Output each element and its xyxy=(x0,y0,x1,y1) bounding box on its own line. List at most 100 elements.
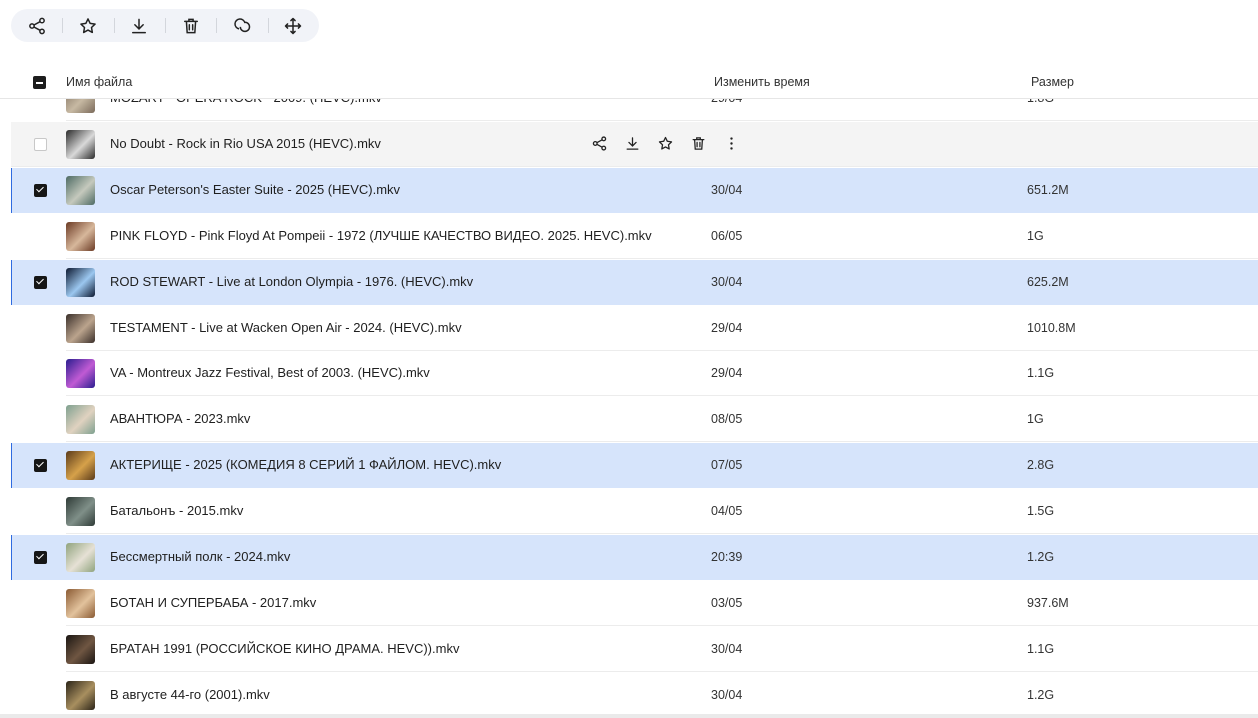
modified-time: 30/04 xyxy=(711,687,743,702)
row-action-buttons xyxy=(583,134,748,154)
file-name[interactable]: АВАНТЮРА - 2023.mkv xyxy=(110,411,250,426)
video-thumbnail xyxy=(66,588,95,618)
file-row[interactable]: АКТЕРИЩЕ - 2025 (КОМЕДИЯ 8 СЕРИЙ 1 ФАЙЛО… xyxy=(11,443,1258,489)
video-thumbnail xyxy=(66,359,95,389)
file-row[interactable]: VA - Montreux Jazz Festival, Best of 200… xyxy=(11,351,1258,397)
file-size: 1.5G xyxy=(1027,504,1055,519)
file-size: 651.2M xyxy=(1027,182,1069,197)
file-name[interactable]: MOZART - OPERA ROCK - 2009. (HEVC).mkv xyxy=(110,98,382,105)
video-thumbnail xyxy=(66,267,95,297)
copy-icon xyxy=(234,17,251,32)
modified-time: 08/05 xyxy=(711,412,743,427)
file-name[interactable]: VA - Montreux Jazz Festival, Best of 200… xyxy=(110,365,430,380)
modified-time: 03/05 xyxy=(711,595,743,610)
download-icon xyxy=(626,137,639,151)
star-icon xyxy=(80,17,96,33)
file-size: 1.2G xyxy=(1027,687,1055,702)
row-checkbox[interactable] xyxy=(34,137,47,151)
file-size: 2.8G xyxy=(1027,458,1055,473)
file-name[interactable]: БОТАН И СУПЕРБАБА - 2017.mkv xyxy=(110,595,316,610)
file-row[interactable]: ROD STEWART - Live at London Olympia - 1… xyxy=(11,259,1258,305)
file-row[interactable]: No Doubt - Rock in Rio USA 2015 (HEVC).m… xyxy=(11,121,1258,167)
modified-time: 07/05 xyxy=(711,458,743,473)
file-name[interactable]: TESTAMENT - Live at Wacken Open Air - 20… xyxy=(110,320,462,335)
file-row[interactable]: БОТАН И СУПЕРБАБА - 2017.mkv 03/05 937.6M xyxy=(11,581,1258,626)
move-button[interactable] xyxy=(267,9,319,42)
row-checkbox[interactable] xyxy=(34,275,47,289)
file-size: 1.8G xyxy=(1027,98,1055,105)
share-icon xyxy=(592,136,607,151)
file-row[interactable]: MOZART - OPERA ROCK - 2009. (HEVC).mkv 29… xyxy=(11,98,1258,121)
file-name[interactable]: Батальонъ - 2015.mkv xyxy=(110,503,243,518)
row-checkbox[interactable] xyxy=(34,551,47,564)
file-name[interactable]: АКТЕРИЩЕ - 2025 (КОМЕДИЯ 8 СЕРИЙ 1 ФАЙЛО… xyxy=(110,457,501,472)
file-row[interactable]: TESTAMENT - Live at Wacken Open Air - 20… xyxy=(11,306,1258,351)
video-thumbnail xyxy=(66,634,95,664)
video-thumbnail xyxy=(66,543,95,572)
file-name[interactable]: Oscar Peterson's Easter Suite - 2025 (HE… xyxy=(110,182,400,197)
column-header-size[interactable]: Размер xyxy=(1031,75,1074,89)
file-size: 1010.8M xyxy=(1027,320,1076,335)
file-size: 1.1G xyxy=(1027,641,1055,656)
video-thumbnail xyxy=(66,129,95,159)
video-thumbnail xyxy=(66,98,95,113)
file-row[interactable]: Батальонъ - 2015.mkv 04/05 1.5G xyxy=(11,489,1258,535)
file-list-header: Имя файла Изменить время Размер xyxy=(0,68,1258,99)
trash-button[interactable] xyxy=(682,134,715,154)
file-row[interactable]: Oscar Peterson's Easter Suite - 2025 (HE… xyxy=(11,167,1258,213)
file-row[interactable]: БРАТАН 1991 (РОССИЙСКОЕ КИНО ДРАМА. HEVC… xyxy=(11,627,1258,672)
modified-time: 29/04 xyxy=(711,320,743,335)
star-button[interactable] xyxy=(649,134,682,154)
file-name[interactable]: ROD STEWART - Live at London Olympia - 1… xyxy=(110,274,473,289)
trash-icon xyxy=(692,137,705,151)
file-row[interactable]: АВАНТЮРА - 2023.mkv 08/05 1G xyxy=(11,397,1258,443)
file-size: 1.2G xyxy=(1027,550,1055,564)
video-thumbnail xyxy=(66,313,95,343)
download-button[interactable] xyxy=(616,134,649,154)
file-size: 1.1G xyxy=(1027,366,1055,381)
select-all-checkbox[interactable] xyxy=(33,76,46,89)
download-button[interactable] xyxy=(113,9,165,42)
file-size: 1G xyxy=(1027,228,1044,243)
modified-time: 30/04 xyxy=(711,182,743,197)
modified-time: 04/05 xyxy=(711,504,743,519)
video-thumbnail xyxy=(66,680,95,710)
file-name[interactable]: В августе 44-го (2001).mkv xyxy=(110,687,270,702)
share-button[interactable] xyxy=(583,134,616,154)
share-button[interactable] xyxy=(11,9,62,42)
file-name[interactable]: Бессмертный полк - 2024.mkv xyxy=(110,549,290,564)
favorite-button[interactable] xyxy=(62,9,113,42)
modified-time: 30/04 xyxy=(711,641,743,656)
modified-time: 06/05 xyxy=(711,228,743,243)
file-name[interactable]: PINK FLOYD - Pink Floyd At Pompeii - 197… xyxy=(110,228,652,243)
column-header-name[interactable]: Имя файла xyxy=(66,75,132,89)
file-size: 625.2M xyxy=(1027,274,1069,289)
video-thumbnail xyxy=(66,221,95,251)
video-thumbnail xyxy=(66,497,95,527)
file-size: 1G xyxy=(1027,412,1044,427)
modified-time: 29/04 xyxy=(711,98,743,105)
file-row[interactable]: В августе 44-го (2001).mkv 30/04 1.2G xyxy=(11,673,1258,718)
video-thumbnail xyxy=(66,175,95,205)
file-list: MOZART - OPERA ROCK - 2009. (HEVC).mkv 29… xyxy=(0,98,1258,718)
star-icon xyxy=(658,137,673,150)
video-thumbnail xyxy=(66,451,95,481)
file-name[interactable]: БРАТАН 1991 (РОССИЙСКОЕ КИНО ДРАМА. HEVC… xyxy=(110,641,459,656)
horizontal-scrollbar[interactable] xyxy=(0,714,1258,718)
trash-icon xyxy=(183,18,198,33)
file-row[interactable]: PINK FLOYD - Pink Floyd At Pompeii - 197… xyxy=(11,214,1258,259)
more-button[interactable] xyxy=(715,134,748,154)
file-name[interactable]: No Doubt - Rock in Rio USA 2015 (HEVC).m… xyxy=(110,136,381,151)
modified-time: 20:39 xyxy=(711,550,743,564)
video-thumbnail xyxy=(66,405,95,435)
file-row[interactable]: Бессмертный полк - 2024.mkv 20:39 1.2G xyxy=(11,535,1258,580)
row-checkbox[interactable] xyxy=(34,459,47,473)
share-icon xyxy=(28,17,45,34)
delete-button[interactable] xyxy=(164,9,216,42)
modified-time: 30/04 xyxy=(711,274,743,289)
copy-button[interactable] xyxy=(216,9,267,42)
column-header-time[interactable]: Изменить время xyxy=(714,75,810,89)
file-action-toolbar xyxy=(11,9,319,42)
file-size: 937.6M xyxy=(1027,595,1069,610)
row-checkbox[interactable] xyxy=(34,183,47,197)
